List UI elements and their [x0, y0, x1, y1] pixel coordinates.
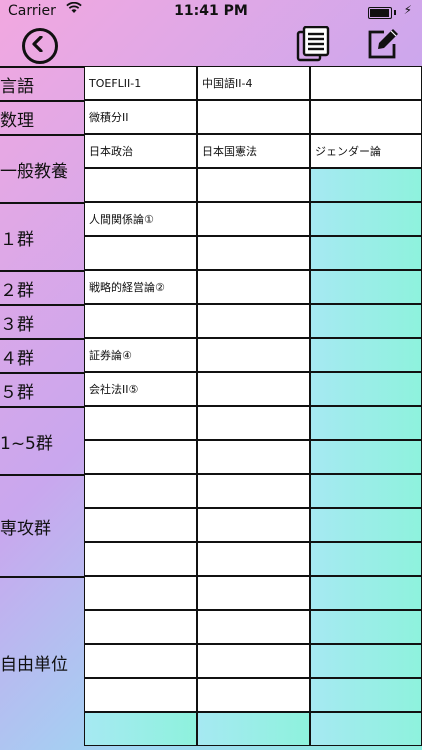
course-cell[interactable]: [310, 202, 422, 236]
course-cell[interactable]: TOEFLII-1: [84, 66, 197, 100]
course-cell[interactable]: [84, 304, 197, 338]
course-cell[interactable]: [197, 610, 310, 644]
course-cell[interactable]: 戦略的経営論②: [84, 270, 197, 304]
course-cell[interactable]: [310, 474, 422, 508]
course-cell[interactable]: [84, 610, 197, 644]
course-cell[interactable]: [84, 542, 197, 576]
course-cell[interactable]: 人間関係論①: [84, 202, 197, 236]
course-cell[interactable]: [310, 270, 422, 304]
course-cell[interactable]: [84, 168, 197, 202]
battery-icon: [368, 7, 392, 19]
course-cell[interactable]: [310, 168, 422, 202]
course-cell[interactable]: 日本国憲法: [197, 134, 310, 168]
course-cell[interactable]: [197, 372, 310, 406]
group-label: ４群: [0, 338, 84, 372]
course-cell[interactable]: 会社法II⑤: [84, 372, 197, 406]
group-label: １群: [0, 202, 84, 270]
course-cell[interactable]: [197, 202, 310, 236]
course-cell[interactable]: [197, 712, 310, 746]
course-cell[interactable]: [197, 236, 310, 270]
course-cell[interactable]: [84, 508, 197, 542]
course-cell[interactable]: 微積分II: [84, 100, 197, 134]
group-label: 一般教養: [0, 134, 84, 202]
course-cell[interactable]: [197, 576, 310, 610]
course-cell[interactable]: [310, 66, 422, 100]
course-cell[interactable]: [310, 406, 422, 440]
course-cell[interactable]: ジェンダー論: [310, 134, 422, 168]
course-cell[interactable]: [197, 270, 310, 304]
course-cell[interactable]: [197, 304, 310, 338]
course-cell[interactable]: [84, 474, 197, 508]
course-cell[interactable]: [310, 678, 422, 712]
course-cell[interactable]: [310, 610, 422, 644]
course-cell[interactable]: [197, 406, 310, 440]
course-cell[interactable]: [310, 644, 422, 678]
course-cell[interactable]: [84, 712, 197, 746]
course-cell[interactable]: [310, 372, 422, 406]
course-cell[interactable]: [84, 576, 197, 610]
course-cell[interactable]: [310, 304, 422, 338]
course-cell[interactable]: [310, 542, 422, 576]
course-cell[interactable]: 日本政治: [84, 134, 197, 168]
course-cell[interactable]: [197, 474, 310, 508]
course-cell[interactable]: [84, 236, 197, 270]
course-cell[interactable]: [310, 440, 422, 474]
course-cell[interactable]: 証券論④: [84, 338, 197, 372]
edit-button[interactable]: [366, 27, 400, 61]
list-button[interactable]: [296, 25, 330, 62]
course-cell[interactable]: 中国語II-4: [197, 66, 310, 100]
course-cell[interactable]: [310, 712, 422, 746]
course-cell[interactable]: [197, 100, 310, 134]
battery-tip: [394, 10, 396, 15]
course-cell[interactable]: [197, 542, 310, 576]
timetable-grid: 言語 TOEFLII-1 中国語II-4 数理 微積分II 一般教養 日本政治 日本国憲法 ジェ…: [0, 66, 422, 750]
toolbar: [0, 24, 422, 64]
group-label: ３群: [0, 304, 84, 338]
course-cell[interactable]: [84, 678, 197, 712]
group-label: ２群: [0, 270, 84, 304]
course-cell[interactable]: [197, 338, 310, 372]
course-cell[interactable]: [197, 168, 310, 202]
group-label: ５群: [0, 372, 84, 406]
course-cell[interactable]: [84, 406, 197, 440]
clock: 11:41 PM: [174, 3, 248, 19]
course-cell[interactable]: [197, 440, 310, 474]
course-cell[interactable]: [310, 508, 422, 542]
back-button[interactable]: [22, 28, 58, 64]
group-label: 専攻群: [0, 474, 84, 576]
group-label: 1~5群: [0, 406, 84, 474]
course-cell[interactable]: [310, 236, 422, 270]
course-cell[interactable]: [197, 508, 310, 542]
list-icon: [296, 25, 330, 62]
group-label: 言語: [0, 66, 84, 100]
course-cell[interactable]: [310, 576, 422, 610]
course-cell[interactable]: [197, 644, 310, 678]
group-label: 数理: [0, 100, 84, 134]
course-cell[interactable]: [310, 100, 422, 134]
course-cell[interactable]: [310, 338, 422, 372]
edit-icon: [368, 29, 398, 59]
back-chevron-icon: [32, 36, 43, 52]
course-cell[interactable]: [84, 440, 197, 474]
status-bar: Carrier 11:41 PM ⚡: [0, 0, 422, 24]
course-cell[interactable]: [84, 644, 197, 678]
charging-bolt-icon: ⚡: [403, 3, 412, 17]
group-label: 自由単位: [0, 576, 84, 746]
course-cell[interactable]: [197, 678, 310, 712]
